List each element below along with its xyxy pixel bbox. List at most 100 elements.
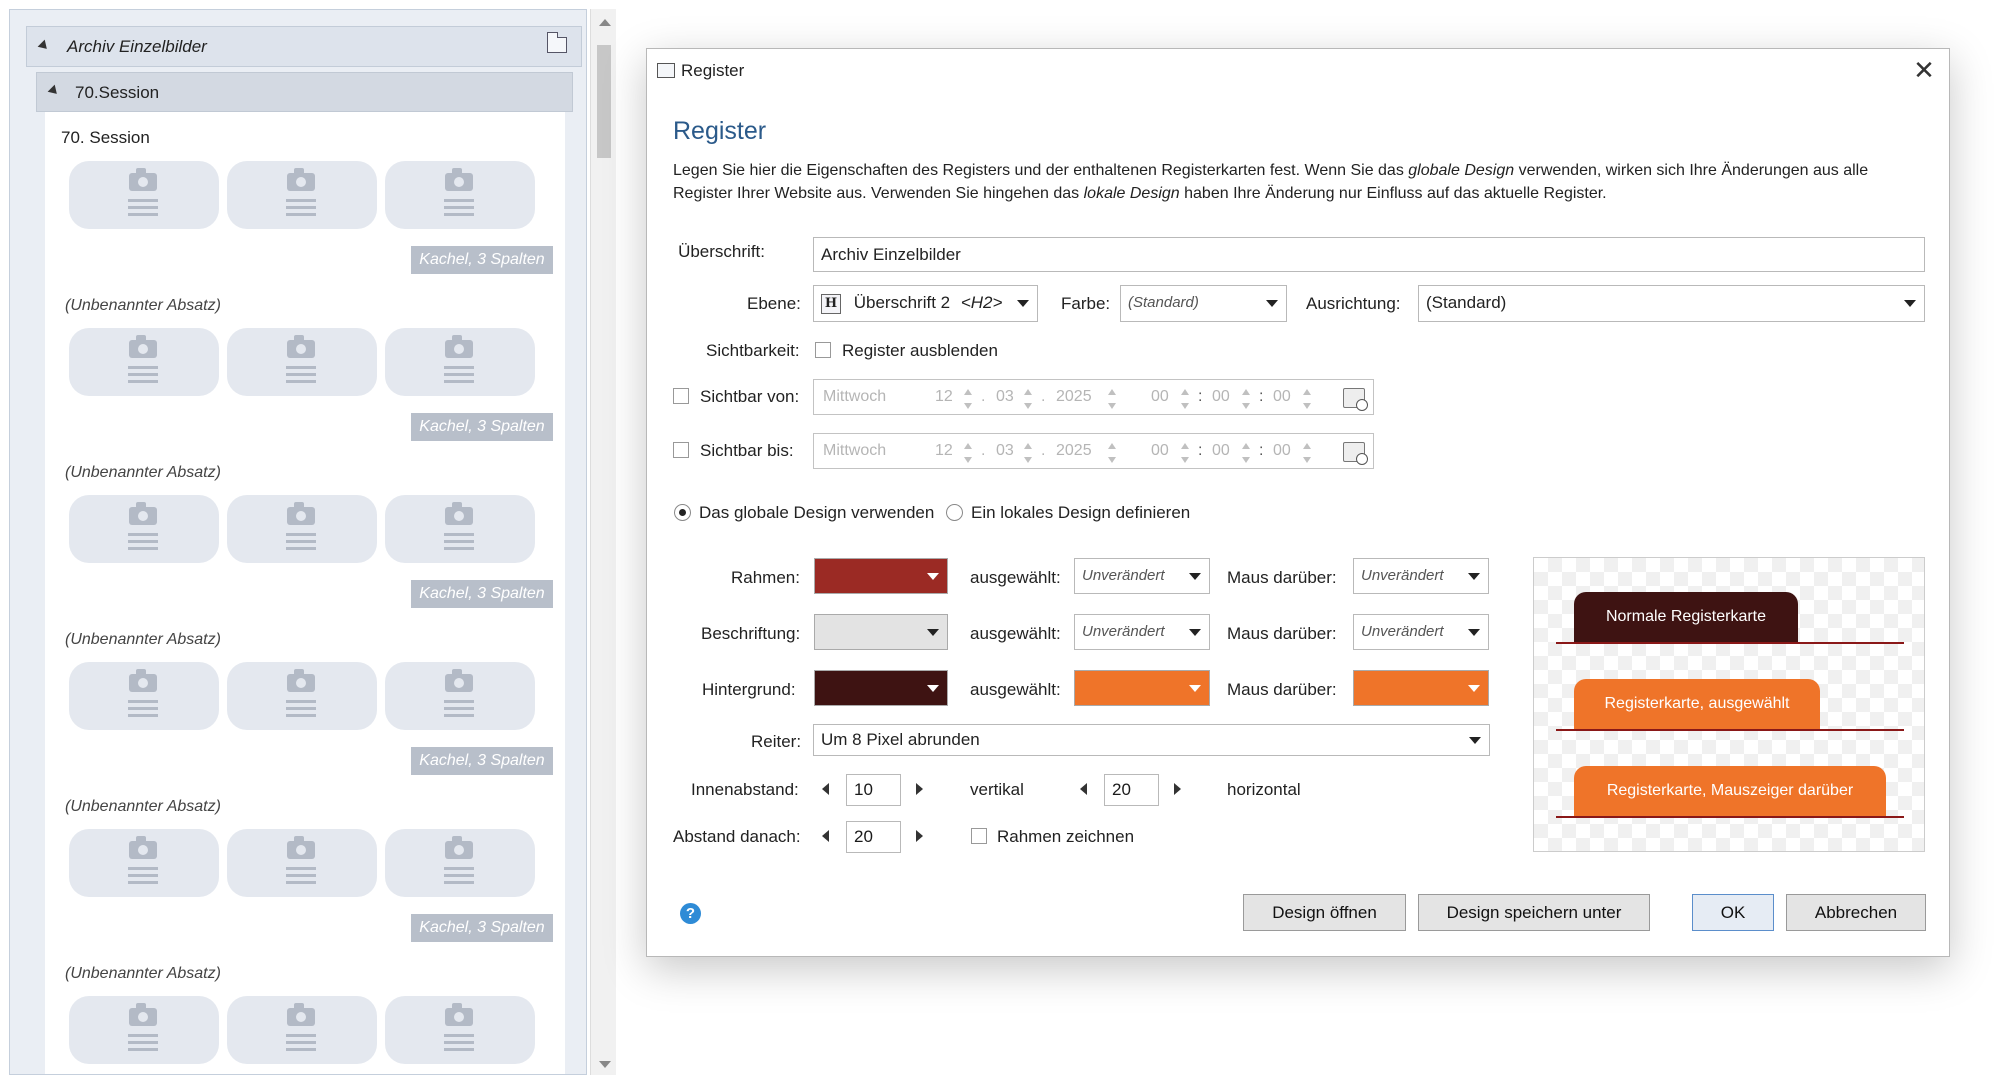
decrease-arrow-icon[interactable] (1080, 783, 1087, 795)
day: 12 (935, 388, 953, 405)
image-tile[interactable] (227, 829, 377, 897)
text-lines-icon (128, 199, 158, 217)
farbe-select[interactable]: (Standard) (1120, 285, 1287, 322)
ausrichtung-select[interactable]: (Standard) (1418, 285, 1925, 322)
unveraendert-value: Unverändert (1082, 623, 1165, 640)
year-spinner[interactable] (1108, 442, 1116, 466)
kachel-badge[interactable]: Kachel, 3 Spalten (411, 747, 553, 775)
image-tile[interactable] (385, 161, 535, 229)
unnamed-paragraph-label[interactable]: (Unbenannter Absatz) (65, 798, 221, 816)
scrollbar-thumb[interactable] (597, 45, 611, 158)
image-tile[interactable] (69, 495, 219, 563)
sichtbar-von-date[interactable]: Mittwoch 12 . 03 . 2025 00 : 00 : 00 (813, 379, 1374, 415)
image-tile[interactable] (69, 829, 219, 897)
minute-spinner[interactable] (1242, 442, 1250, 466)
innen-horizontal-input[interactable]: 20 (1104, 774, 1159, 806)
reiter-select[interactable]: Um 8 Pixel abrunden (813, 724, 1490, 756)
image-tile[interactable] (227, 161, 377, 229)
preview-rule (1556, 729, 1904, 731)
unnamed-paragraph-label[interactable]: (Unbenannter Absatz) (65, 464, 221, 482)
design-save-button[interactable]: Design speichern unter (1418, 894, 1650, 931)
unnamed-paragraph-label[interactable]: (Unbenannter Absatz) (65, 297, 221, 315)
calendar-icon[interactable] (1343, 442, 1368, 465)
rahmen-hover-select[interactable]: Unverändert (1353, 558, 1489, 594)
image-tile[interactable] (227, 996, 377, 1064)
unnamed-paragraph-label[interactable]: (Unbenannter Absatz) (65, 965, 221, 983)
decrease-arrow-icon[interactable] (822, 830, 829, 842)
rahmen-zeichnen-checkbox[interactable] (971, 828, 987, 844)
second-spinner[interactable] (1303, 388, 1311, 412)
archive-header[interactable]: Archiv Einzelbilder (26, 26, 582, 67)
year-spinner[interactable] (1108, 388, 1116, 412)
vertical-scrollbar[interactable] (590, 9, 616, 1075)
image-tile[interactable] (227, 662, 377, 730)
hintergrund-selected-color[interactable] (1074, 670, 1210, 706)
calendar-icon[interactable] (1343, 388, 1368, 411)
unnamed-paragraph-label[interactable]: (Unbenannter Absatz) (65, 631, 221, 649)
kachel-badge[interactable]: Kachel, 3 Spalten (411, 914, 553, 942)
collapse-triangle-icon[interactable] (47, 84, 61, 98)
radio-local-design[interactable] (946, 504, 963, 521)
ok-button[interactable]: OK (1692, 894, 1774, 931)
innen-vertikal-input[interactable]: 10 (846, 774, 901, 806)
sichtbar-bis-checkbox[interactable] (673, 442, 689, 458)
chevron-down-icon (927, 629, 939, 636)
camera-icon (445, 502, 473, 525)
scroll-up-icon[interactable] (599, 19, 611, 26)
register-icon[interactable] (547, 32, 567, 53)
abstand-input[interactable]: 20 (846, 821, 901, 853)
image-tile[interactable] (69, 328, 219, 396)
camera-icon (129, 1003, 157, 1026)
ebene-select[interactable]: H Überschrift 2 <H2> (813, 285, 1038, 322)
ueberschrift-input[interactable]: Archiv Einzelbilder (813, 237, 1925, 272)
day-spinner[interactable] (964, 442, 972, 466)
close-button[interactable]: ✕ (1909, 55, 1939, 85)
month-spinner[interactable] (1024, 442, 1032, 466)
image-tile[interactable] (227, 328, 377, 396)
rahmen-zeichnen-label: Rahmen zeichnen (997, 827, 1135, 846)
month-spinner[interactable] (1024, 388, 1032, 412)
sichtbar-bis-date[interactable]: Mittwoch 12 . 03 . 2025 00 : 00 : 00 (813, 433, 1374, 469)
hintergrund-hover-color[interactable] (1353, 670, 1489, 706)
register-ausblenden-checkbox[interactable] (815, 342, 831, 358)
ebene-tag: <H2> (960, 293, 1003, 312)
hour-spinner[interactable] (1181, 442, 1189, 466)
vertikal-label: vertikal (970, 780, 1024, 799)
help-icon[interactable]: ? (680, 903, 701, 924)
collapse-triangle-icon[interactable] (37, 39, 51, 53)
hintergrund-color-picker[interactable] (814, 670, 948, 706)
beschriftung-color-picker[interactable] (814, 614, 948, 650)
gallery-tile-row (69, 829, 549, 899)
radio-global-design[interactable] (674, 504, 691, 521)
decrease-arrow-icon[interactable] (822, 783, 829, 795)
increase-arrow-icon[interactable] (916, 830, 923, 842)
sichtbar-von-checkbox[interactable] (673, 388, 689, 404)
text-lines-icon (286, 867, 316, 885)
increase-arrow-icon[interactable] (916, 783, 923, 795)
rahmen-selected-select[interactable]: Unverändert (1074, 558, 1210, 594)
scroll-down-icon[interactable] (599, 1061, 611, 1068)
minute-spinner[interactable] (1242, 388, 1250, 412)
beschriftung-hover-select[interactable]: Unverändert (1353, 614, 1489, 650)
image-tile[interactable] (385, 662, 535, 730)
increase-arrow-icon[interactable] (1174, 783, 1181, 795)
second-spinner[interactable] (1303, 442, 1311, 466)
image-tile[interactable] (69, 996, 219, 1064)
image-tile[interactable] (385, 829, 535, 897)
kachel-badge[interactable]: Kachel, 3 Spalten (411, 580, 553, 608)
cancel-button[interactable]: Abbrechen (1786, 894, 1926, 931)
day-spinner[interactable] (964, 388, 972, 412)
image-tile[interactable] (69, 662, 219, 730)
hour-spinner[interactable] (1181, 388, 1189, 412)
kachel-badge[interactable]: Kachel, 3 Spalten (411, 413, 553, 441)
kachel-badge[interactable]: Kachel, 3 Spalten (411, 246, 553, 274)
image-tile[interactable] (385, 495, 535, 563)
rahmen-color-picker[interactable] (814, 558, 948, 594)
design-open-button[interactable]: Design öffnen (1243, 894, 1406, 931)
session-header[interactable]: 70.Session (36, 72, 573, 112)
image-tile[interactable] (69, 161, 219, 229)
image-tile[interactable] (227, 495, 377, 563)
beschriftung-selected-select[interactable]: Unverändert (1074, 614, 1210, 650)
image-tile[interactable] (385, 328, 535, 396)
image-tile[interactable] (385, 996, 535, 1064)
